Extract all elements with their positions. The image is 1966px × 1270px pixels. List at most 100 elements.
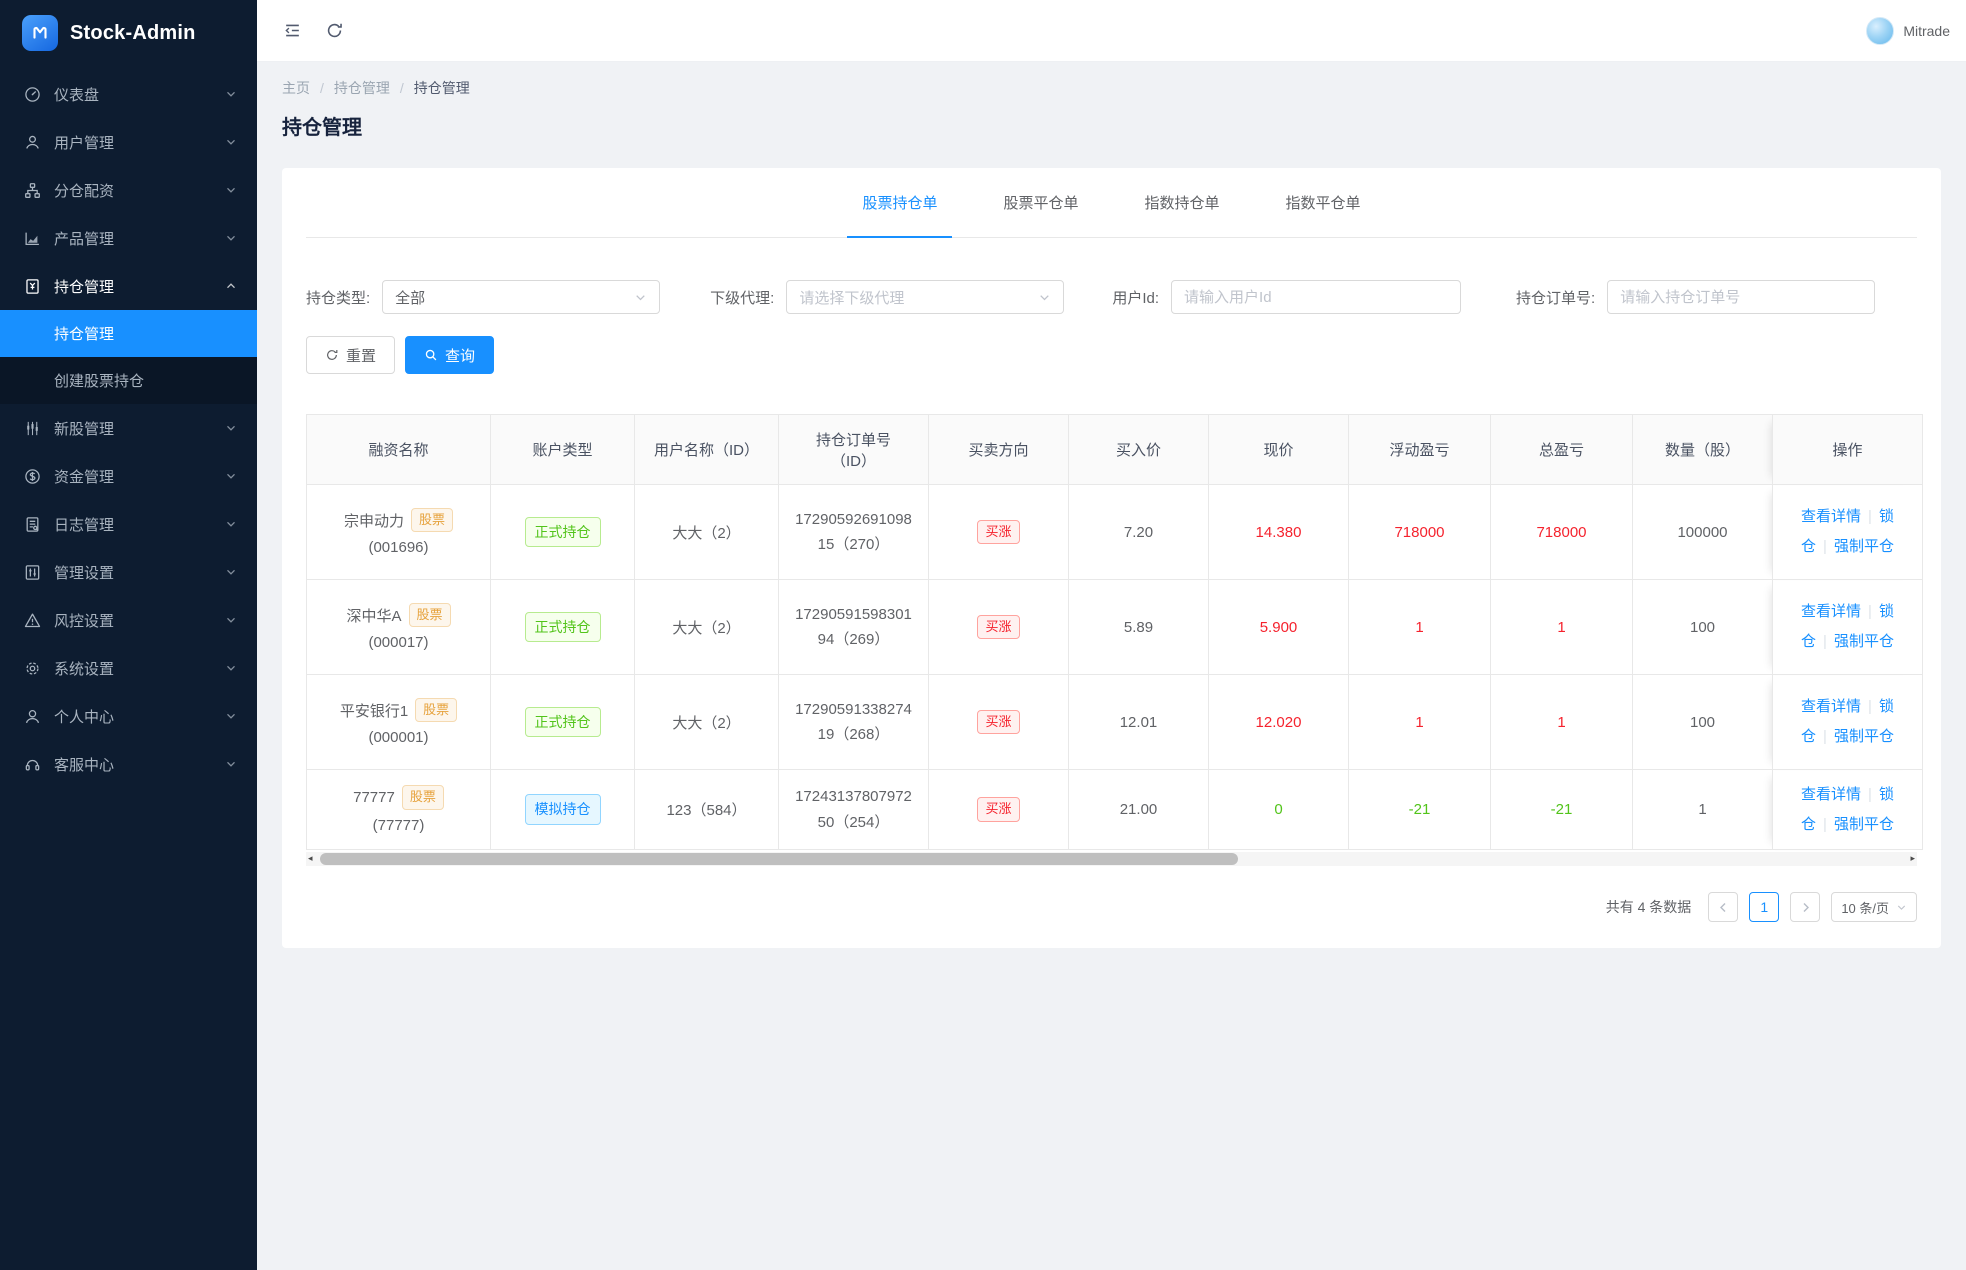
chevron-down-icon xyxy=(225,232,237,244)
view-detail-link[interactable]: 查看详情 xyxy=(1801,786,1861,803)
total-pnl-cell: -21 xyxy=(1490,769,1633,850)
position-type-select[interactable]: 全部 xyxy=(382,280,661,314)
link-separator xyxy=(1816,728,1834,745)
tab-index-positions[interactable]: 指数持仓单 xyxy=(1130,168,1235,237)
force-close-link[interactable]: 强制平仓 xyxy=(1834,728,1894,745)
view-detail-link[interactable]: 查看详情 xyxy=(1801,508,1861,525)
view-detail-link[interactable]: 查看详情 xyxy=(1801,698,1861,715)
sidebar-menu: 仪表盘 用户管理 分仓配资 产品管理 持仓管理 持仓管理 创建股票持仓 新股管理… xyxy=(0,70,257,788)
dashboard-icon xyxy=(24,86,41,103)
force-close-link[interactable]: 强制平仓 xyxy=(1834,633,1894,650)
force-close-link[interactable]: 强制平仓 xyxy=(1834,538,1894,555)
sidebar-item-logs[interactable]: 日志管理 xyxy=(0,500,257,548)
breadcrumb-level1[interactable]: 持仓管理 xyxy=(334,78,390,98)
sidebar-item-label: 个人中心 xyxy=(54,708,115,726)
person-icon xyxy=(24,708,41,725)
chevron-down-icon xyxy=(1040,294,1050,300)
sidebar-item-admin-settings[interactable]: 管理设置 xyxy=(0,548,257,596)
prev-page-button[interactable] xyxy=(1708,892,1739,922)
money-icon xyxy=(24,468,41,485)
col-header-float-pnl: 浮动盈亏 xyxy=(1348,414,1491,485)
sidebar-item-funds[interactable]: 资金管理 xyxy=(0,452,257,500)
force-close-link[interactable]: 强制平仓 xyxy=(1834,816,1894,833)
breadcrumb-separator xyxy=(390,80,414,96)
user-cell: 123（584） xyxy=(634,769,779,850)
user-cell: 大大（2） xyxy=(634,484,779,580)
col-header-quantity: 数量（股） xyxy=(1632,414,1773,485)
order-no-cell: 1729059269109815（270） xyxy=(778,484,929,580)
scroll-left-arrow-icon[interactable] xyxy=(308,852,313,866)
float-pnl-cell: 1 xyxy=(1348,674,1491,770)
sidebar-item-label: 资金管理 xyxy=(54,468,115,486)
next-page-button[interactable] xyxy=(1790,892,1821,922)
page-title: 持仓管理 xyxy=(282,117,362,139)
sidebar-subitem-positions[interactable]: 持仓管理 xyxy=(0,310,257,357)
table-header-row: 融资名称 账户类型 用户名称（ID） 持仓订单号（ID） 买卖方向 买入价 现价… xyxy=(306,414,1923,485)
sidebar-item-support[interactable]: 客服中心 xyxy=(0,740,257,788)
current-price-cell: 14.380 xyxy=(1208,484,1349,580)
actions-cell: 查看详情锁仓强制平仓 xyxy=(1772,769,1923,850)
tab-stock-closed[interactable]: 股票平仓单 xyxy=(988,168,1093,237)
sidebar-item-label: 管理设置 xyxy=(54,564,115,582)
user-id-label: 用户Id: xyxy=(1112,289,1160,307)
user-id-input[interactable] xyxy=(1171,280,1462,314)
col-header-user: 用户名称（ID） xyxy=(634,414,779,485)
col-header-total-pnl: 总盈亏 xyxy=(1490,414,1633,485)
buy-price-cell: 7.20 xyxy=(1068,484,1209,580)
order-no-cell: 1729059133827419（268） xyxy=(778,674,929,770)
sidebar-item-system-settings[interactable]: 系统设置 xyxy=(0,644,257,692)
collapse-sidebar-icon[interactable] xyxy=(277,16,307,46)
scrollbar-thumb[interactable] xyxy=(320,853,1239,865)
user-cell: 大大（2） xyxy=(634,579,779,675)
float-pnl-cell: 718000 xyxy=(1348,484,1491,580)
reset-button[interactable]: 重置 xyxy=(306,336,396,374)
sidebar-item-risk-settings[interactable]: 风控设置 xyxy=(0,596,257,644)
sidebar-item-label: 产品管理 xyxy=(54,230,115,248)
headset-icon xyxy=(24,756,41,773)
total-pnl-cell: 1 xyxy=(1490,674,1633,770)
sidebar-item-dashboard[interactable]: 仪表盘 xyxy=(0,70,257,118)
chevron-down-icon xyxy=(225,470,237,482)
order-no-input[interactable] xyxy=(1607,280,1876,314)
col-header-name: 融资名称 xyxy=(306,414,491,485)
page-number-button[interactable]: 1 xyxy=(1749,892,1780,922)
tab-index-closed[interactable]: 指数平仓单 xyxy=(1271,168,1376,237)
sidebar-item-profile[interactable]: 个人中心 xyxy=(0,692,257,740)
stock-name: 深中华A xyxy=(346,607,402,625)
user-menu[interactable]: Mitrade xyxy=(1866,16,1950,45)
buy-price-cell: 21.00 xyxy=(1068,769,1209,850)
sidebar-item-allocation[interactable]: 分仓配资 xyxy=(0,166,257,214)
position-icon xyxy=(24,278,41,295)
scroll-right-arrow-icon[interactable] xyxy=(1910,852,1915,866)
page-size-select[interactable]: 10 条/页 xyxy=(1831,892,1917,922)
refresh-icon[interactable] xyxy=(319,16,349,46)
direction-cell: 买涨 xyxy=(928,674,1069,770)
avatar xyxy=(1866,16,1895,45)
sidebar-item-positions[interactable]: 持仓管理 xyxy=(0,262,257,310)
positions-table: 融资名称 账户类型 用户名称（ID） 持仓订单号（ID） 买卖方向 买入价 现价… xyxy=(306,414,1923,866)
order-no-label: 持仓订单号: xyxy=(1516,289,1596,307)
chevron-down-icon xyxy=(1897,905,1906,910)
sidebar-item-products[interactable]: 产品管理 xyxy=(0,214,257,262)
chevron-down-icon xyxy=(225,614,237,626)
sidebar-subitem-create-position[interactable]: 创建股票持仓 xyxy=(0,357,257,404)
chevron-down-icon xyxy=(636,294,645,300)
agent-placeholder: 请选择下级代理 xyxy=(799,289,905,307)
col-header-direction: 买卖方向 xyxy=(928,414,1069,485)
agent-select[interactable]: 请选择下级代理 xyxy=(786,280,1065,314)
view-detail-link[interactable]: 查看详情 xyxy=(1801,603,1861,620)
actions-cell: 查看详情锁仓强制平仓 xyxy=(1772,484,1923,580)
breadcrumb-home[interactable]: 主页 xyxy=(282,78,310,98)
stock-cell: 77777 股票 (77777) xyxy=(306,769,491,850)
tab-stock-positions[interactable]: 股票持仓单 xyxy=(847,168,953,238)
total-pnl-cell: 718000 xyxy=(1490,484,1633,580)
sidebar-item-ipo[interactable]: 新股管理 xyxy=(0,404,257,452)
stock-code: (77777) xyxy=(372,816,425,834)
sidebar-item-users[interactable]: 用户管理 xyxy=(0,118,257,166)
direction-cell: 买涨 xyxy=(928,769,1069,850)
chevron-right-icon xyxy=(1803,902,1809,912)
sidebar-item-label: 分仓配资 xyxy=(54,182,115,200)
query-button[interactable]: 查询 xyxy=(405,336,495,374)
link-separator xyxy=(1816,633,1834,650)
stock-code: (000001) xyxy=(368,729,429,747)
